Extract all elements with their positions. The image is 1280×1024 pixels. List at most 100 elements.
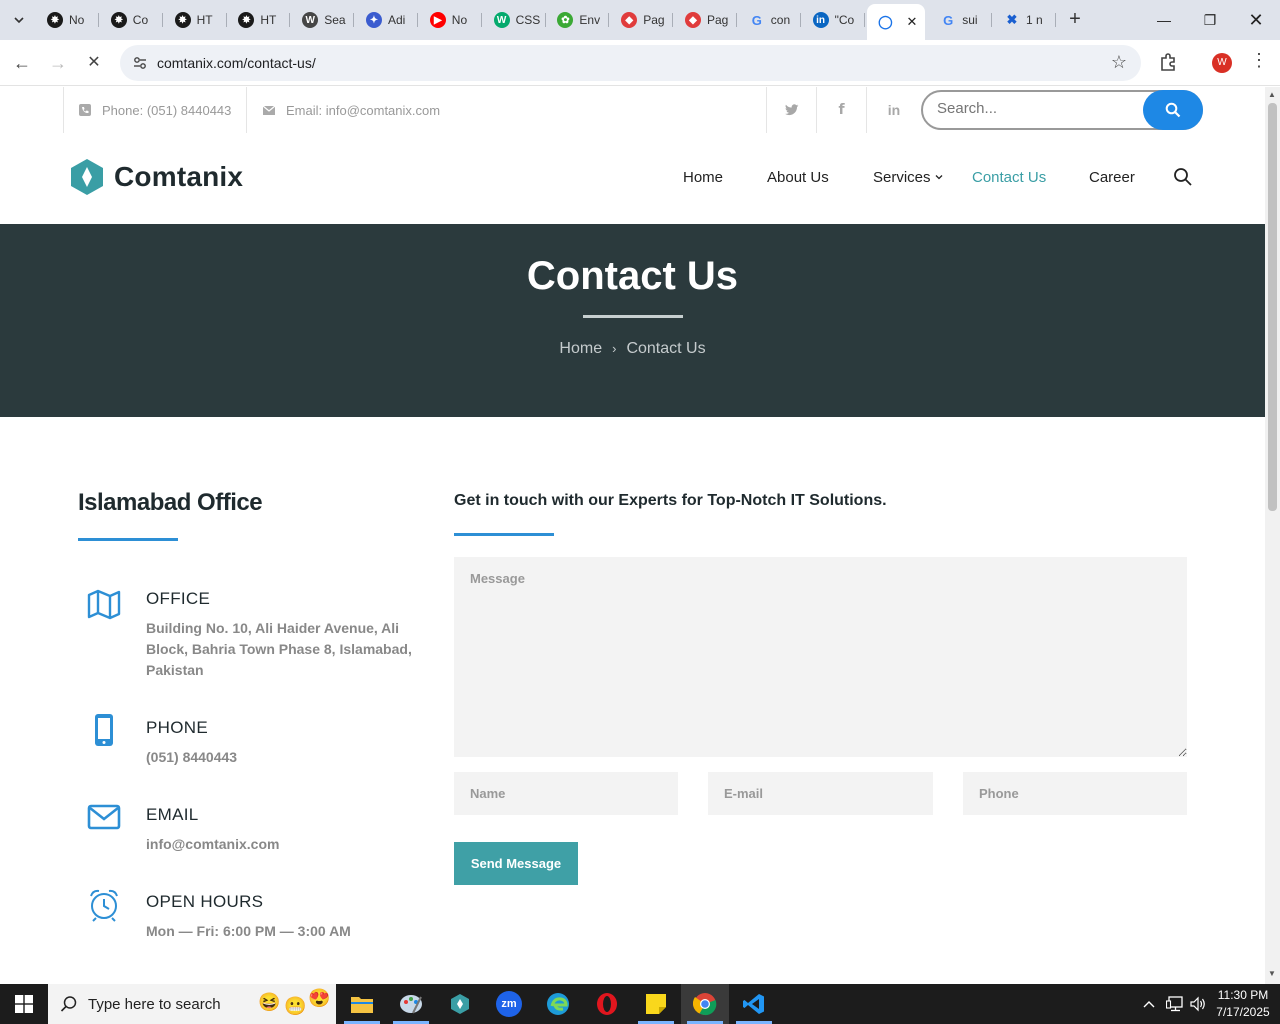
site-header: Comtanix Home About Us Services Contact …	[0, 133, 1265, 224]
send-message-button[interactable]: Send Message	[454, 842, 578, 885]
browser-tab[interactable]: ✦ Adi	[356, 6, 418, 34]
close-window-button[interactable]: ✕	[1233, 6, 1279, 34]
stop-loading-button[interactable]: ✕	[80, 49, 108, 77]
browser-tab[interactable]: ✿ Env	[547, 6, 610, 34]
address-bar[interactable]: comtanix.com/contact-us/ ☆	[120, 45, 1141, 81]
close-tab-icon[interactable]: ✕	[906, 14, 917, 30]
envato-icon: ✿	[557, 12, 574, 28]
browser-tab[interactable]: ▶ No	[420, 6, 482, 34]
browser-tab[interactable]: ✸ HT	[228, 6, 291, 34]
clock-time: 11:30 PM	[1217, 988, 1269, 1002]
opera-icon	[597, 993, 617, 1015]
clock-date: 7/17/2025	[1216, 1005, 1270, 1019]
tab-separator	[544, 13, 546, 27]
browser-tab[interactable]: ◆ Pag	[611, 6, 674, 34]
opera-taskbar-icon[interactable]	[583, 984, 631, 1024]
zoom-taskbar-icon[interactable]: zm	[485, 984, 533, 1024]
map-icon	[87, 589, 121, 620]
site-logo[interactable]: Comtanix	[68, 158, 243, 196]
linkedin-icon: in	[887, 102, 901, 118]
edge-taskbar-icon[interactable]	[534, 984, 582, 1024]
extensions-puzzle-icon[interactable]	[1157, 50, 1181, 74]
sticky-notes-taskbar-icon[interactable]	[632, 984, 680, 1024]
new-tab-button[interactable]: +	[1063, 8, 1087, 32]
page-scrollbar[interactable]: ▲ ▼	[1265, 87, 1280, 984]
envelope-icon	[262, 105, 276, 115]
taskbar-search-box[interactable]: Type here to search 😆 😬 😍	[48, 984, 336, 1024]
chatgpt-icon: ✸	[174, 12, 191, 28]
browser-tab[interactable]: in "Co	[803, 6, 865, 34]
tab-search-button[interactable]	[6, 8, 32, 32]
name-input[interactable]	[454, 772, 678, 815]
restore-button[interactable]: ❐	[1187, 6, 1233, 34]
site-search-input[interactable]	[937, 100, 1137, 117]
show-hidden-icons[interactable]	[1142, 984, 1156, 1024]
browser-tab[interactable]: ✖ 1 n	[994, 6, 1056, 34]
phone-input[interactable]	[963, 772, 1187, 815]
browser-tab-label: Adi	[388, 13, 406, 27]
page-title: Contact Us	[526, 254, 739, 298]
browser-tab-label: No	[451, 13, 468, 27]
topbar-email: Email: info@comtanix.com	[246, 87, 546, 133]
header-search-icon[interactable]	[1173, 167, 1193, 187]
linkedin-link[interactable]: in	[866, 87, 921, 133]
breadcrumb-home[interactable]: Home	[559, 340, 602, 357]
zoom-icon: zm	[496, 991, 522, 1017]
scrollbar-thumb[interactable]	[1268, 103, 1277, 511]
scroll-up-arrow-icon[interactable]: ▲	[1268, 90, 1276, 99]
topbar-phone: Phone: (051) 8440443	[63, 87, 240, 133]
page-icon: ◆	[621, 12, 638, 28]
url-text[interactable]: comtanix.com/contact-us/	[157, 55, 316, 71]
forward-button[interactable]: →	[44, 49, 72, 77]
browser-tab[interactable]: ✸ Co	[101, 6, 163, 34]
nav-about-us[interactable]: About Us	[767, 169, 829, 186]
profile-avatar[interactable]: W	[1212, 53, 1232, 73]
browser-tab[interactable]: Gsui	[930, 6, 993, 34]
back-button[interactable]: ←	[8, 49, 36, 77]
tab-separator	[98, 13, 99, 27]
tab-separator	[225, 13, 227, 27]
comtanix-logo-icon	[71, 159, 103, 195]
site-search-button[interactable]	[1143, 90, 1203, 130]
browser-tab[interactable]: W Sea	[292, 6, 355, 34]
browser-tab[interactable]: ◆ Pag	[675, 6, 737, 34]
nav-career[interactable]: Career	[1089, 169, 1135, 186]
network-tray-icon[interactable]	[1166, 984, 1184, 1024]
windows-taskbar: Type here to search 😆 😬 😍 zm 11:30 PM 7/…	[0, 984, 1280, 1024]
email-input[interactable]	[708, 772, 933, 815]
browser-tab[interactable]: Gcon	[739, 6, 801, 34]
browser-tab-label: HT	[260, 13, 277, 27]
browser-tab[interactable]: W CSS	[484, 6, 546, 34]
browser-tab-label: 1 n	[1026, 13, 1043, 27]
paint-taskbar-icon[interactable]	[387, 984, 435, 1024]
tab-separator	[161, 13, 163, 27]
facebook-link[interactable]: f	[816, 87, 866, 133]
twitter-link[interactable]	[766, 87, 816, 133]
browser-tab-label: "Co	[834, 13, 855, 27]
system-clock[interactable]: 11:30 PM 7/17/2025	[1210, 987, 1276, 1021]
site-settings-icon[interactable]	[132, 55, 148, 71]
nav-home[interactable]: Home	[683, 169, 723, 186]
volume-tray-icon[interactable]	[1189, 984, 1207, 1024]
browser-menu-icon[interactable]: ⋮	[1250, 50, 1268, 71]
bookmark-star-icon[interactable]: ☆	[1111, 52, 1127, 73]
chrome-taskbar-icon[interactable]	[681, 984, 729, 1024]
message-textarea[interactable]	[454, 557, 1187, 757]
open-hours-text: Mon — Fri: 6:00 PM — 3:00 AM	[146, 923, 351, 939]
twitter-icon	[784, 104, 798, 116]
browser-tab[interactable]: ✸ HT	[165, 6, 227, 34]
office-title: Islamabad Office	[78, 489, 263, 516]
email-address[interactable]: info@comtanix.com	[146, 834, 279, 855]
scroll-down-arrow-icon[interactable]: ▼	[1268, 969, 1276, 978]
vscode-taskbar-icon[interactable]	[730, 984, 778, 1024]
nav-contact-us[interactable]: Contact Us	[972, 169, 1046, 186]
search-icon	[60, 996, 77, 1012]
minimize-button[interactable]: —	[1141, 6, 1187, 34]
browser-tab[interactable]: ◯ ✕	[867, 4, 926, 40]
app-taskbar-icon[interactable]	[436, 984, 484, 1024]
browser-tab[interactable]: ✸ No	[37, 6, 99, 34]
start-button[interactable]	[0, 984, 48, 1024]
sticky-note-icon	[646, 994, 666, 1014]
nav-services[interactable]: Services	[873, 169, 944, 186]
file-explorer-taskbar-icon[interactable]	[338, 984, 386, 1024]
